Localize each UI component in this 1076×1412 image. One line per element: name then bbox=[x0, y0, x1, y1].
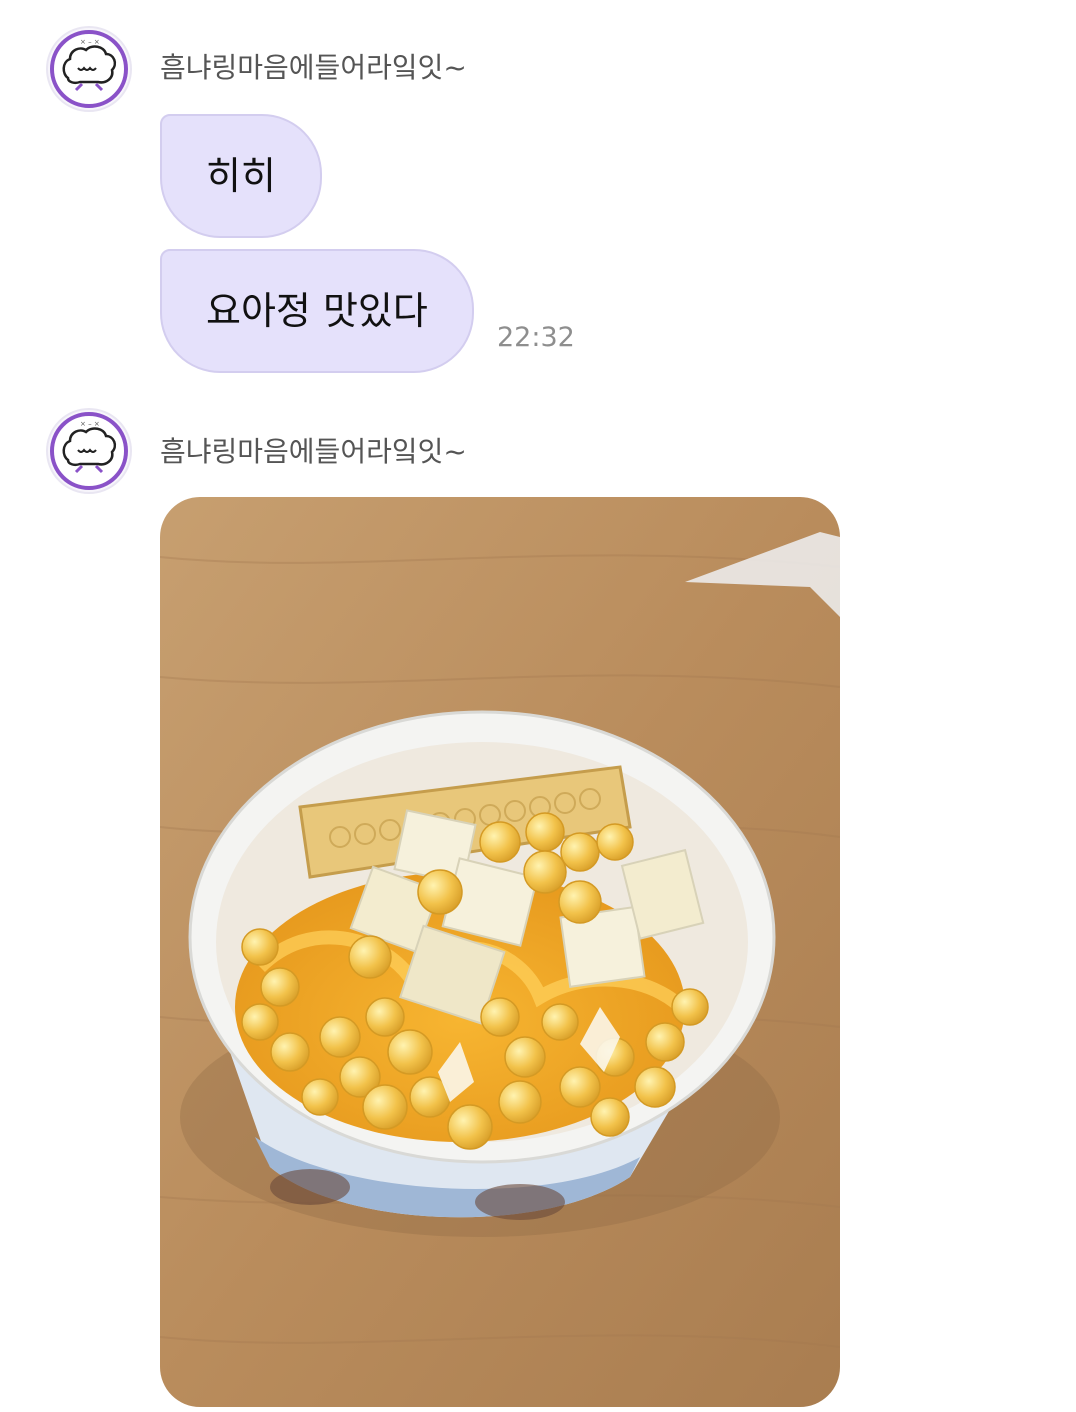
message-bubble[interactable]: 히히 bbox=[160, 114, 322, 238]
sender-name: 흠냐링마음에들어라잌잇~ bbox=[160, 51, 467, 84]
message-text: 히히 bbox=[206, 154, 276, 198]
svg-text:× – ×: × – × bbox=[80, 38, 100, 46]
sender-name: 흠냐링마음에들어라잌잇~ bbox=[160, 435, 467, 468]
sender-avatar[interactable]: × – × bbox=[46, 26, 132, 112]
dessert-cup-photo bbox=[160, 497, 840, 1407]
message-bubble[interactable]: 요아정 맛있다 bbox=[160, 249, 474, 373]
avatar-drawing-icon: × – × bbox=[50, 30, 128, 108]
message-timestamp: 22:32 bbox=[497, 322, 575, 353]
svg-text:× – ×: × – × bbox=[80, 420, 100, 428]
avatar-drawing-icon: × – × bbox=[50, 412, 128, 490]
message-text: 요아정 맛있다 bbox=[206, 289, 428, 333]
photo-message[interactable] bbox=[160, 497, 840, 1407]
sender-avatar[interactable]: × – × bbox=[46, 408, 132, 494]
